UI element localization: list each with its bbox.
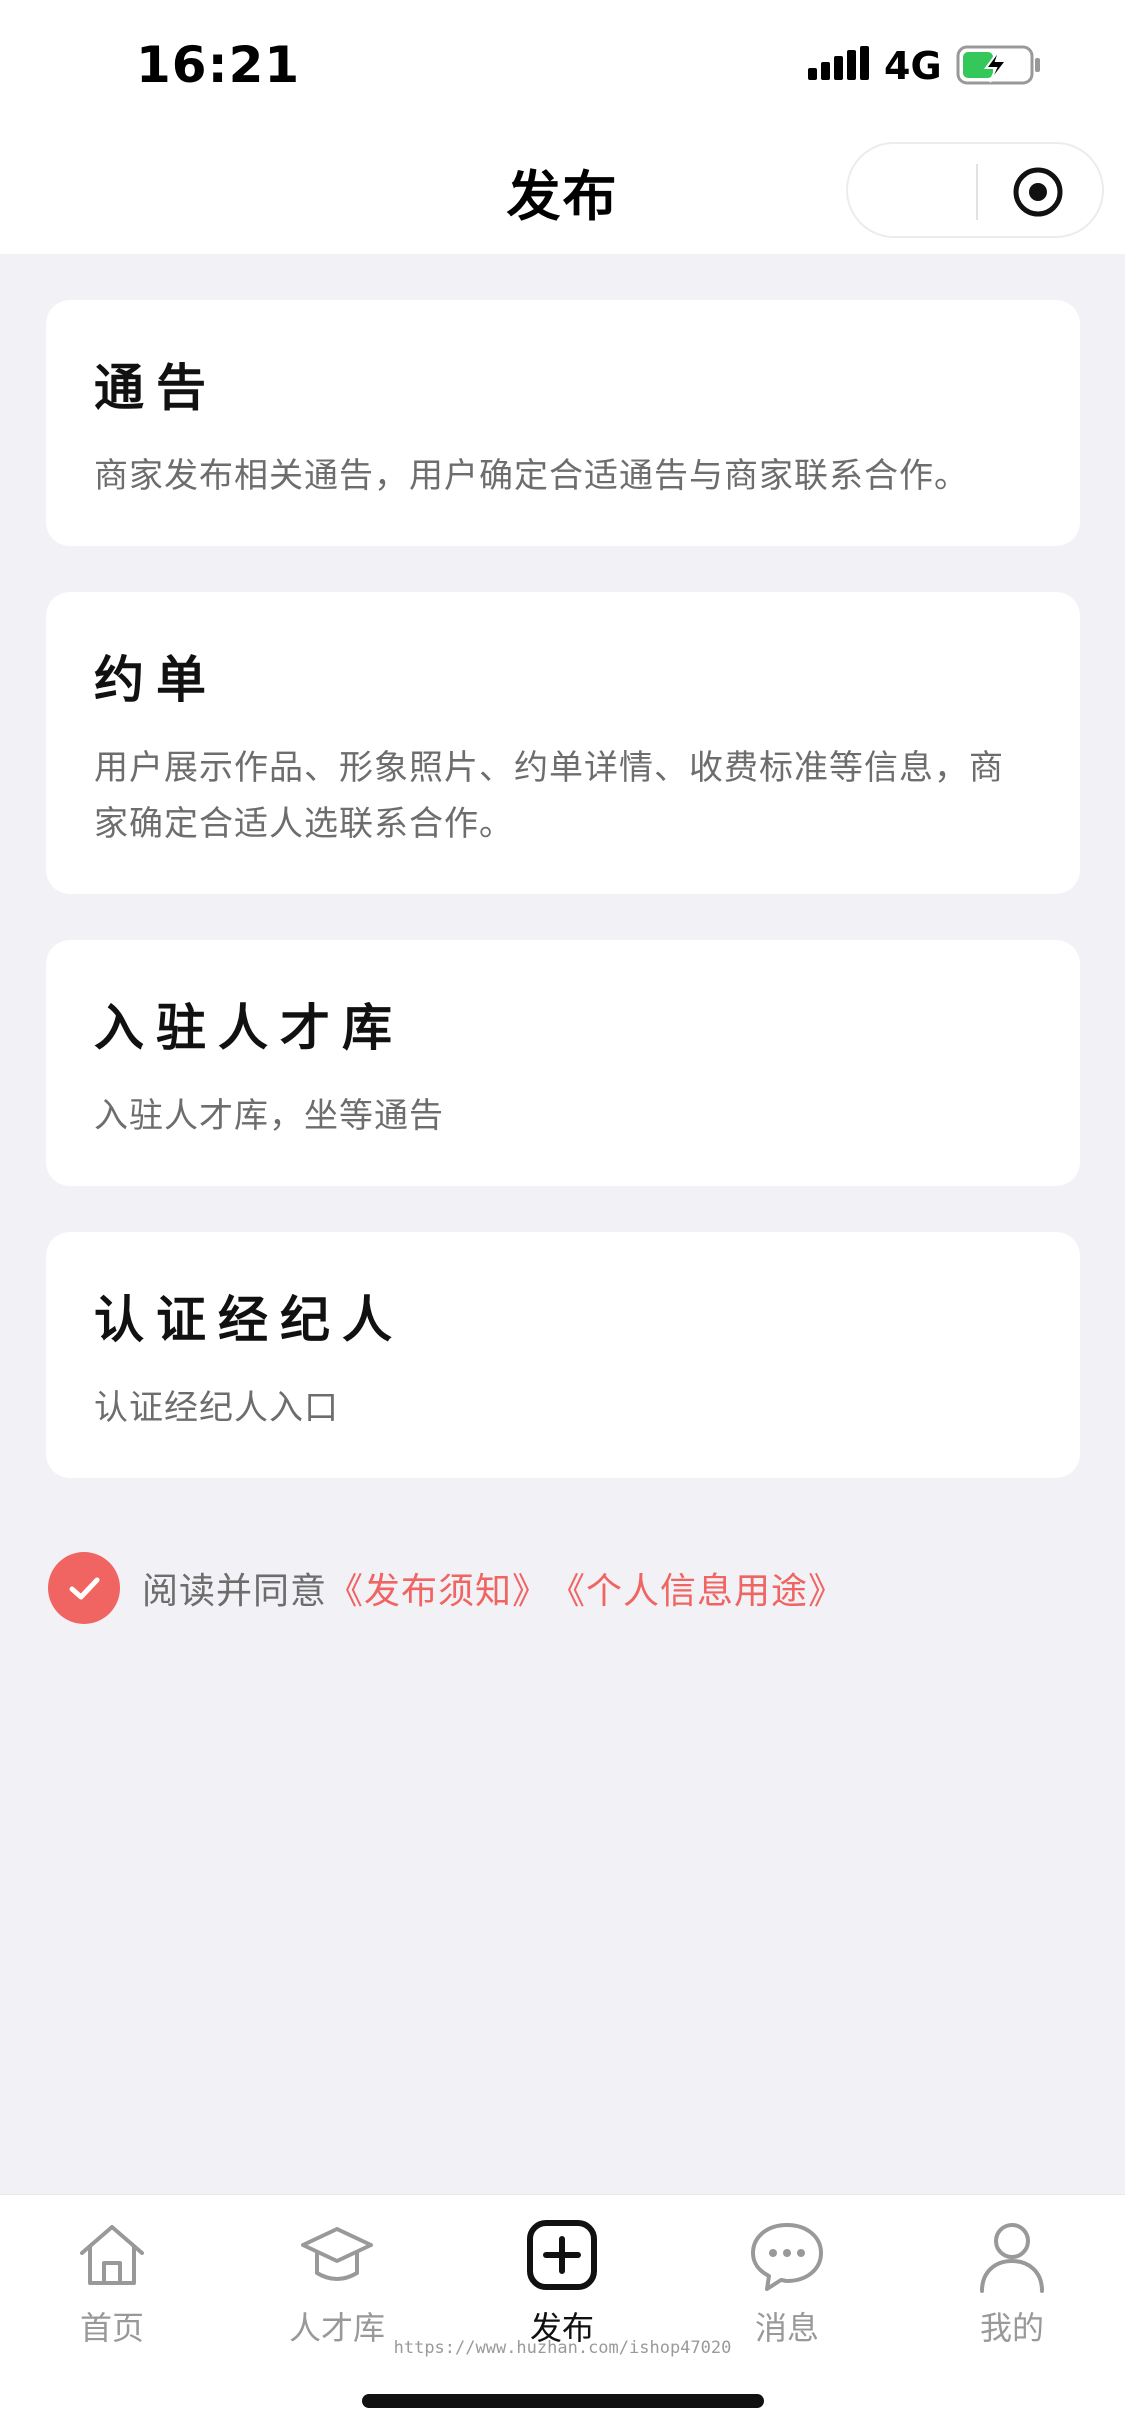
watermark: https://www.huzhan.com/ishop47020 (393, 2338, 732, 2358)
tab-mine[interactable]: 我的 (932, 2215, 1092, 2349)
target-icon[interactable] (1012, 166, 1064, 218)
personal-info-link[interactable]: 《个人信息用途》 (549, 1562, 845, 1614)
card-description: 认证经纪人入口 (94, 1388, 339, 1428)
signal-icon (808, 46, 869, 80)
card-announcement[interactable]: 通告 商家发布相关通告，用户确定合适通告与商家联系合作。 (46, 300, 1080, 546)
network-label: 4G (884, 44, 942, 88)
graduation-cap-icon (301, 2227, 373, 2281)
card-description: 入驻人才库，坐等通告 (94, 1096, 444, 1136)
user-icon (980, 2223, 1044, 2293)
card-booking[interactable]: 约单 用户展示作品、形象照片、约单详情、收费标准等信息，商家确定合适人选联系合作… (46, 592, 1080, 894)
capsule-divider (976, 164, 978, 220)
agreement-row: 阅读并同意 《发布须知》 《个人信息用途》 (48, 1552, 845, 1624)
card-description: 用户展示作品、形象照片、约单详情、收费标准等信息，商家确定合适人选联系合作。 (94, 748, 1004, 844)
status-time: 16:21 (136, 36, 301, 94)
check-icon (69, 1577, 100, 1600)
battery-charging-icon (956, 45, 1040, 85)
tab-messages[interactable]: 消息 (707, 2215, 867, 2349)
agreement-checkbox[interactable] (48, 1552, 120, 1624)
tab-talent-pool[interactable]: 人才库 (257, 2215, 417, 2349)
card-description: 商家发布相关通告，用户确定合适通告与商家联系合作。 (94, 456, 969, 496)
mini-program-capsule (846, 142, 1104, 238)
card-agent-certification[interactable]: 认证经纪人 认证经纪人入口 (46, 1232, 1080, 1478)
chat-bubble-icon (751, 2223, 823, 2291)
agreement-prefix: 阅读并同意 (142, 1571, 328, 1612)
tab-home[interactable]: 首页 (32, 2215, 192, 2349)
status-bar: 16:21 4G (0, 0, 1125, 132)
add-square-icon (527, 2220, 597, 2290)
card-title: 认证经纪人 (94, 1291, 404, 1349)
home-indicator (362, 2394, 764, 2408)
card-title: 约单 (94, 651, 218, 709)
home-icon (80, 2225, 144, 2285)
card-talent-pool[interactable]: 入驻人才库 入驻人才库，坐等通告 (46, 940, 1080, 1186)
screen: 16:21 4G 发布 通告 商家发布相关通告，用户确定合适通告与商家联系合作。… (0, 0, 1125, 2436)
publish-notice-link[interactable]: 《发布须知》 (327, 1562, 549, 1614)
card-title: 通告 (94, 359, 218, 417)
nav-bar: 发布 (0, 132, 1125, 254)
card-title: 入驻人才库 (94, 999, 404, 1057)
tab-publish[interactable]: 发布 (482, 2215, 642, 2349)
